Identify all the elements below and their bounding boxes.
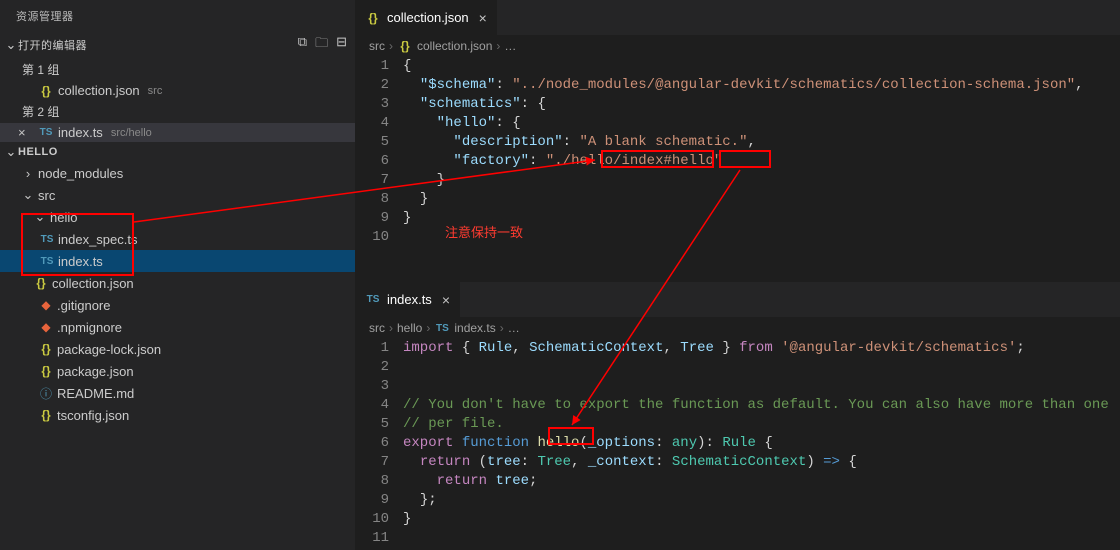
project-header[interactable]: ⌄ HELLO [0,142,355,162]
json-icon: {} [33,276,49,290]
editor-pane-2: TS index.ts × src› hello› TS index.ts› …… [355,282,1120,550]
folder-node-modules[interactable]: ›node_modules [0,162,355,184]
ts-icon: TS [39,234,55,245]
sidebar: 资源管理器 ⌄ 打开的编辑器 ⧉ 🗀 ⊟ 第 1 组 {} collection… [0,0,355,550]
json-icon: {} [38,364,54,378]
explorer-title: 资源管理器 [0,0,355,32]
close-icon[interactable]: × [18,125,34,140]
ts-icon: TS [434,323,450,334]
tab-index[interactable]: TS index.ts × [355,282,461,317]
npm-icon: ◆ [38,320,54,334]
file-readme[interactable]: ⓘREADME.md [0,382,355,404]
file-index-spec[interactable]: TSindex_spec.ts [0,228,355,250]
open-editor-collection[interactable]: {} collection.json src [0,81,355,100]
annotation-text: 注意保持一致 [445,222,523,241]
ts-icon: TS [365,294,381,305]
json-icon: {} [38,342,54,356]
file-package[interactable]: {}package.json [0,360,355,382]
file-gitignore[interactable]: ◆.gitignore [0,294,355,316]
tab-collection[interactable]: {} collection.json × [355,0,498,35]
save-all-icon[interactable]: 🗀 [315,34,328,56]
json-icon: {} [38,84,54,98]
group-1-label: 第 1 组 [0,58,355,81]
close-all-icon[interactable]: ⊟ [336,34,347,56]
file-collection[interactable]: {}collection.json [0,272,355,294]
folder-src[interactable]: ⌄src [0,184,355,206]
info-icon: ⓘ [38,385,54,402]
chevron-down-icon: ⌄ [21,187,35,203]
tab-bar: {} collection.json × [355,0,1120,35]
json-icon: {} [397,39,413,53]
close-icon[interactable]: × [479,10,487,26]
ts-icon: TS [38,127,54,138]
chevron-down-icon: ⌄ [4,37,18,53]
editor-area: {} collection.json × src› {} collection.… [355,0,1120,550]
file-tsconfig[interactable]: {}tsconfig.json [0,404,355,426]
ts-icon: TS [39,256,55,267]
group-2-label: 第 2 组 [0,100,355,123]
new-untitled-icon[interactable]: ⧉ [298,34,307,56]
file-tree: ›node_modules ⌄src ⌄hello TSindex_spec.t… [0,162,355,426]
folder-hello[interactable]: ⌄hello [0,206,355,228]
chevron-right-icon: › [21,166,35,181]
code-editor-2[interactable]: 1234567891011 import { Rule, SchematicCo… [355,339,1120,550]
tab-bar: TS index.ts × [355,282,1120,317]
file-index[interactable]: TSindex.ts [0,250,355,272]
breadcrumb[interactable]: src› hello› TS index.ts› … [355,317,1120,339]
chevron-down-icon: ⌄ [33,209,47,225]
close-icon[interactable]: × [442,292,450,308]
open-editor-index[interactable]: × TS index.ts src/hello [0,123,355,142]
json-icon: {} [38,408,54,422]
open-editors-header[interactable]: ⌄ 打开的编辑器 ⧉ 🗀 ⊟ [0,32,355,58]
chevron-down-icon: ⌄ [4,144,18,160]
code-editor-1[interactable]: 12345678910 { "$schema": "../node_module… [355,57,1120,281]
file-npmignore[interactable]: ◆.npmignore [0,316,355,338]
file-package-lock[interactable]: {}package-lock.json [0,338,355,360]
breadcrumb[interactable]: src› {} collection.json› … [355,35,1120,57]
git-icon: ◆ [38,298,54,312]
json-icon: {} [365,11,381,25]
